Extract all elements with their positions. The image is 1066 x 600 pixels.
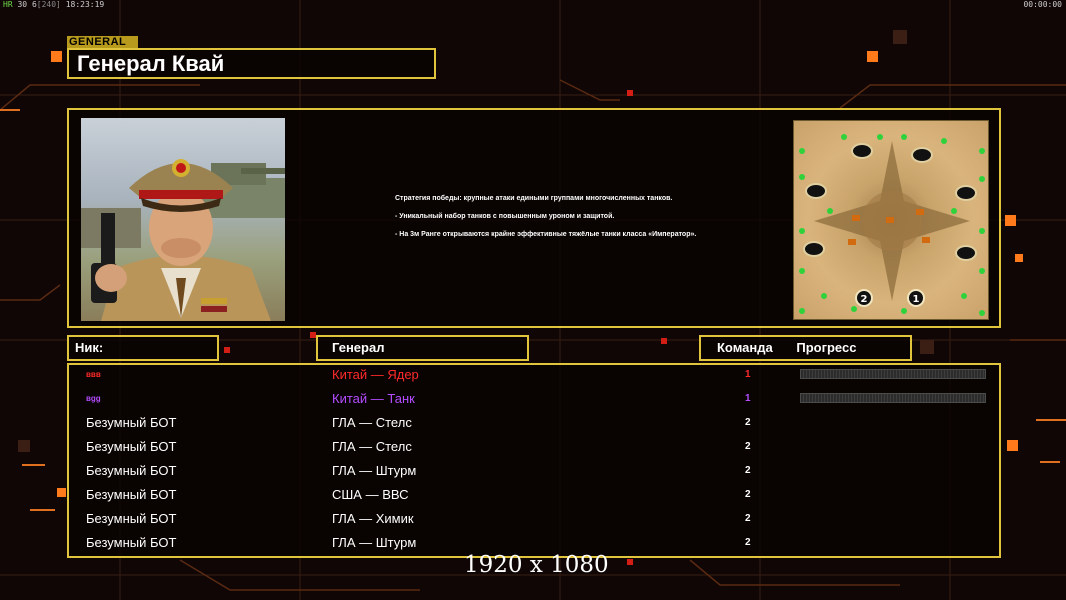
resolution-label: 1920 x 1080 [464, 552, 609, 578]
player-general: ГЛА — Стелс [332, 415, 412, 430]
nick-header-label: Ник: [75, 340, 104, 355]
player-general: ГЛА — Стелс [332, 439, 412, 454]
player-general: Китай — Ядер [332, 367, 419, 382]
player-row[interactable]: Безумный БОТ ГЛА — Химик 2 [69, 509, 999, 533]
player-row[interactable]: ввв Китай — Ядер 1 [69, 365, 999, 389]
player-general: ГЛА — Штурм [332, 463, 417, 478]
player-team: 1 [745, 393, 751, 404]
player-team: 2 [745, 513, 751, 524]
fps-label: HR [3, 0, 13, 9]
player-row[interactable]: вgg Китай — Танк 1 [69, 389, 999, 413]
loading-progress-bar [800, 393, 986, 403]
general-title-box: Генерал Квай [67, 48, 436, 79]
fps-overlay: HR 30 6[240] 18:23:19 [3, 0, 104, 9]
player-team: 2 [745, 489, 751, 500]
column-header-nick: Ник: [67, 335, 219, 361]
player-team: 2 [745, 441, 751, 452]
player-row[interactable]: Безумный БОТ ГЛА — Стелс 2 [69, 437, 999, 461]
general-header-label: Генерал [332, 340, 385, 355]
strategy-line-1: Стратегия победы: крупные атаки едиными … [395, 195, 673, 202]
player-general: Китай — Танк [332, 391, 415, 406]
player-list: ввв Китай — Ядер 1 вgg Китай — Танк 1 Бе… [67, 363, 1001, 558]
player-row[interactable]: Безумный БОТ США — ВВС 2 [69, 485, 999, 509]
fps-value: 30 [17, 0, 28, 9]
player-nick: Безумный БОТ [86, 415, 177, 430]
player-nick: Безумный БОТ [86, 463, 177, 478]
player-nick: Безумный БОТ [86, 535, 177, 550]
minimap: 2 1 [793, 120, 989, 320]
start-position-2: 2 [861, 294, 868, 305]
general-name: Генерал Квай [77, 51, 225, 76]
player-team: 2 [745, 465, 751, 476]
start-position-1: 1 [913, 294, 920, 305]
player-general: США — ВВС [332, 487, 409, 502]
player-team: 2 [745, 417, 751, 428]
progress-header-label: Прогресс [796, 340, 857, 355]
loading-progress-bar [800, 369, 986, 379]
player-general: ГЛА — Химик [332, 511, 414, 526]
player-nick: ввв [86, 370, 101, 379]
match-timer: 00:00:00 [1023, 0, 1062, 9]
player-team: 2 [745, 537, 751, 548]
strategy-description: Стратегия победы: крупные атаки едиными … [395, 194, 705, 248]
player-nick: вgg [86, 394, 101, 403]
player-row[interactable]: Безумный БОТ ГЛА — Штурм 2 [69, 461, 999, 485]
clock: 18:23:19 [65, 0, 105, 9]
player-nick: Безумный БОТ [86, 511, 177, 526]
general-portrait [81, 118, 285, 321]
column-header-team-progress: Команда Прогресс [699, 335, 912, 361]
player-nick: Безумный БОТ [86, 439, 177, 454]
player-row[interactable]: Безумный БОТ ГЛА — Стелс 2 [69, 413, 999, 437]
fps-bracket: [240] [36, 0, 61, 9]
player-nick: Безумный БОТ [86, 487, 177, 502]
strategy-line-3: - На 3м Ранге открываются крайне эффекти… [395, 231, 697, 238]
player-general: ГЛА — Штурм [332, 535, 417, 550]
general-tag: GENERAL [67, 36, 138, 48]
player-team: 1 [745, 369, 751, 380]
column-header-general: Генерал [316, 335, 529, 361]
team-header-label: Команда [717, 340, 773, 355]
general-info-panel: Стратегия победы: крупные атаки едиными … [67, 108, 1001, 328]
strategy-line-2: - Уникальный набор танков с повышенным у… [395, 213, 615, 220]
